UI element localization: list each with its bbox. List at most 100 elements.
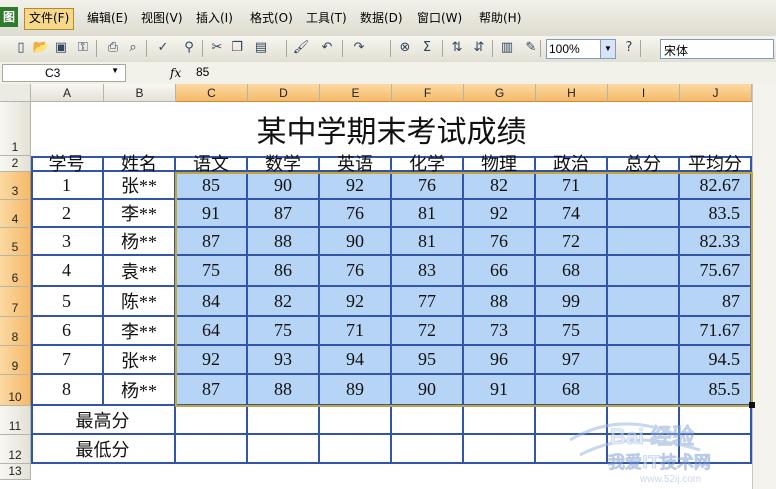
permission-icon[interactable]: ⚿ xyxy=(74,39,92,57)
data-cell[interactable] xyxy=(608,317,680,346)
font-name-select[interactable]: 宋体 xyxy=(660,39,774,59)
data-cell[interactable]: 95 xyxy=(392,346,464,375)
data-cell[interactable] xyxy=(608,172,680,200)
data-cell[interactable]: 96 xyxy=(464,346,536,375)
data-cell[interactable]: 杨** xyxy=(104,375,176,406)
header-cell[interactable]: 物理 xyxy=(464,154,536,174)
menu-item-2[interactable]: 视图(V) xyxy=(137,8,187,28)
column-header-G[interactable]: G xyxy=(464,84,536,102)
data-cell[interactable]: 99 xyxy=(536,287,608,317)
header-cell[interactable]: 英语 xyxy=(320,154,392,174)
column-header-B[interactable]: B xyxy=(104,84,176,102)
data-cell[interactable]: 7 xyxy=(31,346,104,375)
chevron-down-icon[interactable]: ▼ xyxy=(600,40,615,58)
print-preview-icon[interactable]: ⌕ xyxy=(124,39,142,57)
sheet-title-cell[interactable]: 某中学期末考试成绩 xyxy=(31,102,752,156)
data-cell[interactable]: 李** xyxy=(104,317,176,346)
excel-app-icon[interactable]: 图 xyxy=(0,7,18,27)
data-cell[interactable]: 86 xyxy=(248,256,320,287)
sort-ascending-icon[interactable]: ⇅ xyxy=(448,39,466,57)
header-cell[interactable]: 平均分 xyxy=(680,154,752,174)
data-cell[interactable]: 张** xyxy=(104,172,176,200)
data-cell[interactable]: 83.5 xyxy=(680,200,752,228)
column-header-A[interactable]: A xyxy=(31,84,104,102)
menu-item-6[interactable]: 数据(D) xyxy=(356,8,407,28)
data-cell[interactable]: 71.67 xyxy=(680,317,752,346)
row-header-7[interactable]: 7 xyxy=(0,287,31,317)
zoom-select[interactable]: 100% ▼ xyxy=(546,39,616,59)
copy-icon[interactable]: ❐ xyxy=(228,39,246,57)
header-cell[interactable]: 姓名 xyxy=(104,154,176,174)
data-cell[interactable]: 81 xyxy=(392,228,464,256)
help-icon[interactable]: ? xyxy=(620,39,638,57)
column-header-D[interactable]: D xyxy=(248,84,320,102)
summary-cell[interactable] xyxy=(248,435,320,464)
data-cell[interactable]: 76 xyxy=(320,200,392,228)
data-cell[interactable] xyxy=(608,228,680,256)
data-cell[interactable]: 72 xyxy=(392,317,464,346)
summary-cell[interactable] xyxy=(248,406,320,435)
data-cell[interactable]: 71 xyxy=(536,172,608,200)
header-cell[interactable]: 学号 xyxy=(31,154,104,174)
header-cell[interactable]: 数学 xyxy=(248,154,320,174)
column-header-J[interactable]: J xyxy=(680,84,752,102)
print-icon[interactable]: ⎙ xyxy=(104,39,122,57)
data-cell[interactable]: 75 xyxy=(176,256,248,287)
data-cell[interactable] xyxy=(608,200,680,228)
data-cell[interactable]: 88 xyxy=(248,228,320,256)
row-header-11[interactable]: 11 xyxy=(0,406,31,435)
column-header-H[interactable]: H xyxy=(536,84,608,102)
summary-label-cell[interactable]: 最高分 xyxy=(31,406,176,435)
data-cell[interactable]: 76 xyxy=(320,256,392,287)
data-cell[interactable]: 87 xyxy=(176,375,248,406)
data-cell[interactable]: 1 xyxy=(31,172,104,200)
row-header-3[interactable]: 3 xyxy=(0,172,31,200)
hyperlink-icon[interactable]: ⊗ xyxy=(396,39,414,57)
row-header-4[interactable]: 4 xyxy=(0,200,31,228)
header-cell[interactable]: 化学 xyxy=(392,154,464,174)
drawing-icon[interactable]: ✎ xyxy=(522,39,540,57)
data-cell[interactable]: 8 xyxy=(31,375,104,406)
data-cell[interactable]: 92 xyxy=(320,172,392,200)
summary-cell[interactable] xyxy=(680,435,752,464)
summary-cell[interactable] xyxy=(320,435,392,464)
row-header-6[interactable]: 6 xyxy=(0,256,31,287)
new-icon[interactable]: ▯ xyxy=(12,39,30,57)
summary-cell[interactable] xyxy=(608,406,680,435)
summary-cell[interactable] xyxy=(392,406,464,435)
data-cell[interactable]: 73 xyxy=(464,317,536,346)
summary-cell[interactable] xyxy=(176,406,248,435)
header-cell[interactable]: 语文 xyxy=(176,154,248,174)
row-header-9[interactable]: 9 xyxy=(0,346,31,375)
row-header-2[interactable]: 2 xyxy=(0,156,31,172)
data-cell[interactable]: 82.67 xyxy=(680,172,752,200)
data-cell[interactable]: 92 xyxy=(320,287,392,317)
data-cell[interactable] xyxy=(608,346,680,375)
row-header-5[interactable]: 5 xyxy=(0,228,31,256)
summary-cell[interactable] xyxy=(536,435,608,464)
row-header-1[interactable]: 1 xyxy=(0,102,31,156)
data-cell[interactable]: 92 xyxy=(464,200,536,228)
data-cell[interactable]: 68 xyxy=(536,256,608,287)
insert-function-icon[interactable]: fx xyxy=(170,66,181,80)
data-cell[interactable]: 82.33 xyxy=(680,228,752,256)
summary-cell[interactable] xyxy=(464,406,536,435)
column-header-F[interactable]: F xyxy=(392,84,464,102)
data-cell[interactable]: 袁** xyxy=(104,256,176,287)
data-cell[interactable]: 92 xyxy=(176,346,248,375)
redo-icon[interactable]: ↷ xyxy=(350,39,368,57)
data-cell[interactable]: 6 xyxy=(31,317,104,346)
data-cell[interactable]: 85.5 xyxy=(680,375,752,406)
summary-cell[interactable] xyxy=(536,406,608,435)
row-header-10[interactable]: 10 xyxy=(0,375,31,406)
data-cell[interactable]: 90 xyxy=(248,172,320,200)
data-cell[interactable]: 71 xyxy=(320,317,392,346)
data-cell[interactable]: 94.5 xyxy=(680,346,752,375)
autosum-icon[interactable]: Σ xyxy=(418,39,436,57)
data-cell[interactable]: 77 xyxy=(392,287,464,317)
data-cell[interactable]: 84 xyxy=(176,287,248,317)
data-cell[interactable]: 90 xyxy=(392,375,464,406)
formula-input[interactable]: 85 xyxy=(196,65,209,79)
data-cell[interactable]: 76 xyxy=(392,172,464,200)
data-cell[interactable]: 张** xyxy=(104,346,176,375)
